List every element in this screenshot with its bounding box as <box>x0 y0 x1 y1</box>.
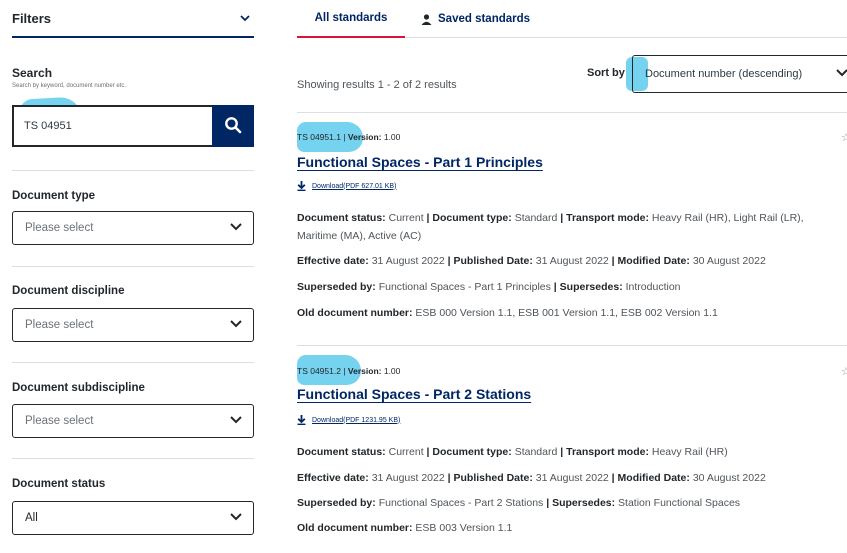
superseded-by-value: Functional Spaces - Part 1 Principles <box>378 281 551 293</box>
document-meta-old-number: Old document number: ESB 003 Version 1.1 <box>297 522 513 534</box>
document-meta-supersede: Superseded by: Functional Spaces - Part … <box>297 281 681 293</box>
tab-all-standards[interactable]: All standards <box>297 0 405 38</box>
supersedes-value: Introduction <box>625 281 681 293</box>
document-meta-status: Document status: Current | Document type… <box>297 446 728 458</box>
divider <box>297 345 847 346</box>
document-meta-old-number: Old document number: ESB 000 Version 1.1… <box>297 307 718 319</box>
divider <box>12 266 254 267</box>
search-hint: Search by keyword, document number etc. <box>12 83 127 89</box>
document-discipline-select[interactable]: Please select <box>12 308 254 342</box>
download-label: Download(PDF 627.01 KB) <box>312 182 397 190</box>
results-count: Showing results 1 - 2 of 2 results <box>297 79 457 91</box>
version-label: Version: <box>347 132 382 142</box>
sort-label: Sort by <box>587 67 625 79</box>
divider <box>297 112 847 113</box>
published-date: 31 August 2022 <box>535 255 609 267</box>
version-label: Version: <box>347 366 382 376</box>
published-date: 31 August 2022 <box>535 472 609 484</box>
chevron-down-icon <box>229 219 243 237</box>
download-link[interactable]: Download(PDF 627.01 KB) <box>297 181 396 191</box>
download-icon <box>297 181 306 191</box>
person-icon <box>421 13 432 25</box>
version-value: 1.00 <box>383 132 401 142</box>
superseded-by-value: Functional Spaces - Part 2 Stations <box>378 497 544 509</box>
document-type-select[interactable]: Please select <box>12 211 254 245</box>
tab-all-standards-label: All standards <box>314 12 388 24</box>
old-number-value: ESB 003 Version 1.1 <box>415 522 513 534</box>
document-type-value: Please select <box>25 222 94 234</box>
document-meta-status: Document status: Current | Document type… <box>297 212 804 242</box>
document-status-label: Document status <box>12 478 106 490</box>
search-row <box>12 105 254 147</box>
document-discipline-label: Document discipline <box>12 285 125 297</box>
document-id-line: TS 04951.1 | Version: 1.00 <box>297 132 401 142</box>
modified-date: 30 August 2022 <box>692 255 766 267</box>
sort-value: Document number (descending) <box>645 68 803 80</box>
status-value: Current <box>388 212 424 224</box>
search-title: Search <box>12 66 53 80</box>
chevron-down-icon <box>229 412 243 430</box>
star-icon[interactable]: ☆ <box>841 365 847 378</box>
effective-date: 31 August 2022 <box>371 472 445 484</box>
document-discipline-value: Please select <box>25 319 94 331</box>
document-id-line: TS 04951.2 | Version: 1.00 <box>297 366 401 376</box>
search-icon <box>224 116 242 137</box>
document-status-select[interactable]: All <box>12 501 254 535</box>
tab-saved-standards-label: Saved standards <box>438 13 531 25</box>
document-meta-dates: Effective date: 31 August 2022 | Publish… <box>297 472 766 484</box>
download-link[interactable]: Download(PDF 1231.95 KB) <box>297 415 400 425</box>
filters-label: Filters <box>12 10 52 26</box>
old-number-value: ESB 000 Version 1.1, ESB 001 Version 1.1… <box>415 307 718 319</box>
divider <box>12 362 254 363</box>
chevron-down-icon <box>835 65 847 83</box>
divider <box>12 170 254 171</box>
type-value: Standard <box>514 212 558 224</box>
tab-saved-standards[interactable]: Saved standards <box>421 0 530 38</box>
document-title-link[interactable]: Functional Spaces - Part 1 Principles <box>297 154 543 170</box>
download-icon <box>297 415 306 425</box>
tabs: All standards Saved standards <box>297 0 847 38</box>
transport-value: Heavy Rail (HR) <box>651 446 728 458</box>
document-meta-supersede: Superseded by: Functional Spaces - Part … <box>297 497 741 509</box>
download-label: Download(PDF 1231.95 KB) <box>312 416 401 424</box>
sort-select[interactable]: Document number (descending) <box>632 55 847 93</box>
document-subdiscipline-label: Document subdiscipline <box>12 382 145 394</box>
document-meta-dates: Effective date: 31 August 2022 | Publish… <box>297 255 766 267</box>
search-button[interactable] <box>212 105 254 147</box>
chevron-down-icon <box>229 316 243 334</box>
chevron-down-icon <box>229 509 243 527</box>
document-status-value: All <box>25 512 38 524</box>
effective-date: 31 August 2022 <box>371 255 445 267</box>
document-subdiscipline-value: Please select <box>25 415 94 427</box>
document-subdiscipline-select[interactable]: Please select <box>12 404 254 438</box>
document-id: TS 04951.2 <box>297 366 341 376</box>
document-type-label: Document type <box>12 190 96 202</box>
document-title-link[interactable]: Functional Spaces - Part 2 Stations <box>297 386 531 402</box>
document-id: TS 04951.1 <box>297 132 341 142</box>
search-input[interactable] <box>12 105 212 147</box>
filters-toggle[interactable]: Filters <box>12 0 254 38</box>
divider <box>12 458 254 459</box>
type-value: Standard <box>514 446 558 458</box>
version-value: 1.00 <box>383 366 401 376</box>
modified-date: 30 August 2022 <box>692 472 766 484</box>
status-value: Current <box>388 446 424 458</box>
supersedes-value: Station Functional Spaces <box>618 497 741 509</box>
star-icon[interactable]: ☆ <box>841 131 847 144</box>
chevron-down-icon <box>240 11 250 25</box>
